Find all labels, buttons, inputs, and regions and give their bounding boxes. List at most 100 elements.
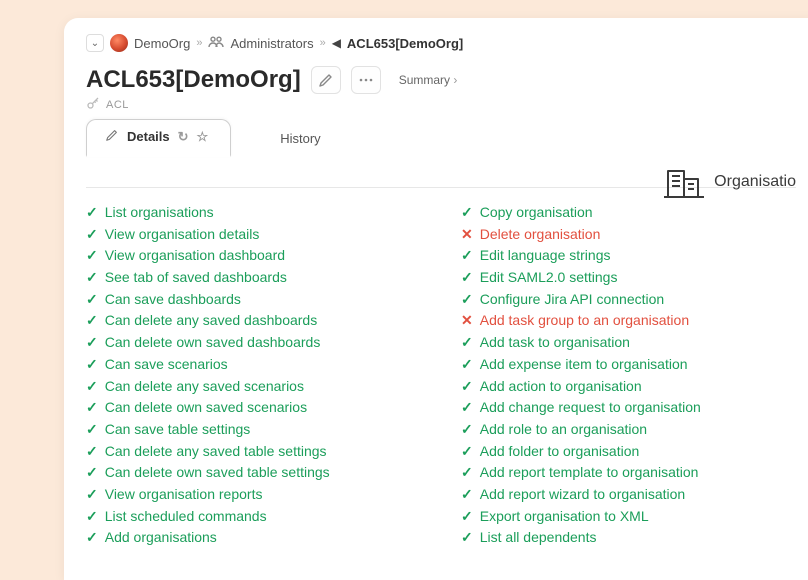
- title-row: ACL653[DemoOrg] Summary: [64, 60, 808, 96]
- permission-item: ✓Copy organisation: [461, 202, 796, 224]
- permission-label: Add folder to organisation: [480, 441, 640, 463]
- permission-columns: ✓List organisations✓View organisation de…: [86, 202, 796, 549]
- check-icon: ✓: [461, 484, 473, 506]
- check-icon: ✓: [86, 419, 98, 441]
- permission-item: ✓List all dependents: [461, 527, 796, 549]
- refresh-icon[interactable]: ↻: [178, 129, 189, 145]
- check-icon: ✓: [86, 267, 98, 289]
- permission-label: Delete organisation: [480, 224, 601, 246]
- section-header: Organisatio: [664, 165, 796, 199]
- check-icon: ✓: [86, 354, 98, 376]
- check-icon: ✓: [461, 462, 473, 484]
- permission-label: Configure Jira API connection: [480, 289, 664, 311]
- breadcrumb: ⌄ DemoOrg » Administrators » ◀ ACL653[De…: [64, 18, 808, 60]
- edit-button[interactable]: [311, 66, 341, 94]
- breadcrumb-current: ACL653[DemoOrg]: [347, 36, 463, 51]
- check-icon: ✓: [461, 289, 473, 311]
- permission-item: ✓Add action to organisation: [461, 376, 796, 398]
- main-panel: ⌄ DemoOrg » Administrators » ◀ ACL653[De…: [64, 18, 808, 580]
- check-icon: ✓: [86, 462, 98, 484]
- permission-column-right: ✓Copy organisation✕Delete organisation✓E…: [461, 202, 796, 549]
- check-icon: ✓: [86, 484, 98, 506]
- permission-label: See tab of saved dashboards: [105, 267, 287, 289]
- permission-label: List scheduled commands: [105, 506, 267, 528]
- tab-details[interactable]: Details ↻ ☆: [86, 119, 231, 157]
- cross-icon: ✕: [461, 224, 473, 246]
- permission-item: ✓ Edit SAML2.0 settings: [461, 267, 796, 289]
- permission-item: ✓ Add role to an organisation: [461, 419, 796, 441]
- breadcrumb-dropdown[interactable]: ⌄: [86, 34, 104, 52]
- check-icon: ✓: [461, 527, 473, 549]
- permission-label: Copy organisation: [480, 202, 593, 224]
- permission-label: Add change request to organisation: [480, 397, 701, 419]
- permission-label: Add task group to an organisation: [480, 310, 689, 332]
- permission-label: Can save table settings: [105, 419, 251, 441]
- section-label: Organisatio: [714, 173, 796, 191]
- check-icon: ✓: [86, 376, 98, 398]
- check-icon: ✓: [461, 332, 473, 354]
- permission-item: ✓ Can save table settings: [86, 419, 421, 441]
- pencil-icon: [105, 128, 119, 145]
- page-title: ACL653[DemoOrg]: [86, 66, 301, 94]
- breadcrumb-group[interactable]: Administrators: [230, 36, 313, 51]
- permission-item: ✓View organisation dashboard: [86, 245, 421, 267]
- permission-label: Can delete any saved dashboards: [105, 310, 317, 332]
- permission-label: Edit SAML2.0 settings: [480, 267, 618, 289]
- permission-item: ✓ Can delete any saved scenarios: [86, 376, 421, 398]
- tab-details-label: Details: [127, 129, 170, 144]
- check-icon: ✓: [461, 419, 473, 441]
- more-button[interactable]: [351, 66, 381, 94]
- permission-label: Can delete any saved table settings: [105, 441, 327, 463]
- permission-item: ✓View organisation details: [86, 224, 421, 246]
- subtype-label: ACL: [106, 99, 129, 111]
- permission-item: ✓Export organisation to XML: [461, 506, 796, 528]
- permission-item: ✓ See tab of saved dashboards: [86, 267, 421, 289]
- permission-item: ✓ Can delete any saved dashboards: [86, 310, 421, 332]
- permission-item: ✓Add report template to organisation: [461, 462, 796, 484]
- permission-item: ✓Add folder to organisation: [461, 441, 796, 463]
- permission-label: View organisation reports: [105, 484, 263, 506]
- key-icon: [86, 96, 100, 113]
- permission-item: ✓Can delete any saved table settings: [86, 441, 421, 463]
- permission-item: ✓ View organisation reports: [86, 484, 421, 506]
- permission-label: Can save scenarios: [105, 354, 228, 376]
- permission-item: ✓Can delete own saved table settings: [86, 462, 421, 484]
- permission-item: ✓Can save dashboards: [86, 289, 421, 311]
- permission-item: ✓ Configure Jira API connection: [461, 289, 796, 311]
- building-icon: [664, 165, 704, 199]
- permission-label: Add organisations: [105, 527, 217, 549]
- tab-history-label: History: [280, 131, 320, 146]
- breadcrumb-org[interactable]: DemoOrg: [134, 36, 190, 51]
- permission-item: ✕ Delete organisation: [461, 224, 796, 246]
- check-icon: ✓: [86, 224, 98, 246]
- permission-item: ✓ Add organisations: [86, 527, 421, 549]
- permission-item: ✓Can delete own saved scenarios: [86, 397, 421, 419]
- permission-item: ✓Add task to organisation: [461, 332, 796, 354]
- check-icon: ✓: [86, 397, 98, 419]
- check-icon: ✓: [461, 267, 473, 289]
- permission-label: Add action to organisation: [480, 376, 642, 398]
- check-icon: ✓: [86, 310, 98, 332]
- check-icon: ✓: [86, 527, 98, 549]
- tab-history[interactable]: History: [261, 122, 343, 156]
- permission-label: Add report wizard to organisation: [480, 484, 685, 506]
- summary-link[interactable]: Summary: [399, 73, 458, 87]
- star-icon[interactable]: ☆: [197, 129, 209, 145]
- check-icon: ✓: [461, 245, 473, 267]
- permission-label: Add role to an organisation: [480, 419, 647, 441]
- check-icon: ✓: [86, 332, 98, 354]
- cross-icon: ✕: [461, 310, 473, 332]
- back-icon[interactable]: ◀: [332, 36, 341, 50]
- check-icon: ✓: [86, 202, 98, 224]
- permission-item: ✓List organisations: [86, 202, 421, 224]
- permission-label: Add expense item to organisation: [480, 354, 688, 376]
- permission-label: Can delete any saved scenarios: [105, 376, 304, 398]
- permission-item: ✓List scheduled commands: [86, 506, 421, 528]
- check-icon: ✓: [86, 245, 98, 267]
- section-separator: Organisatio: [86, 187, 796, 188]
- chevron-right-icon: »: [196, 37, 202, 49]
- permission-label: Can delete own saved dashboards: [105, 332, 321, 354]
- permission-item: ✓Add expense item to organisation: [461, 354, 796, 376]
- permission-label: Edit language strings: [480, 245, 611, 267]
- check-icon: ✓: [86, 289, 98, 311]
